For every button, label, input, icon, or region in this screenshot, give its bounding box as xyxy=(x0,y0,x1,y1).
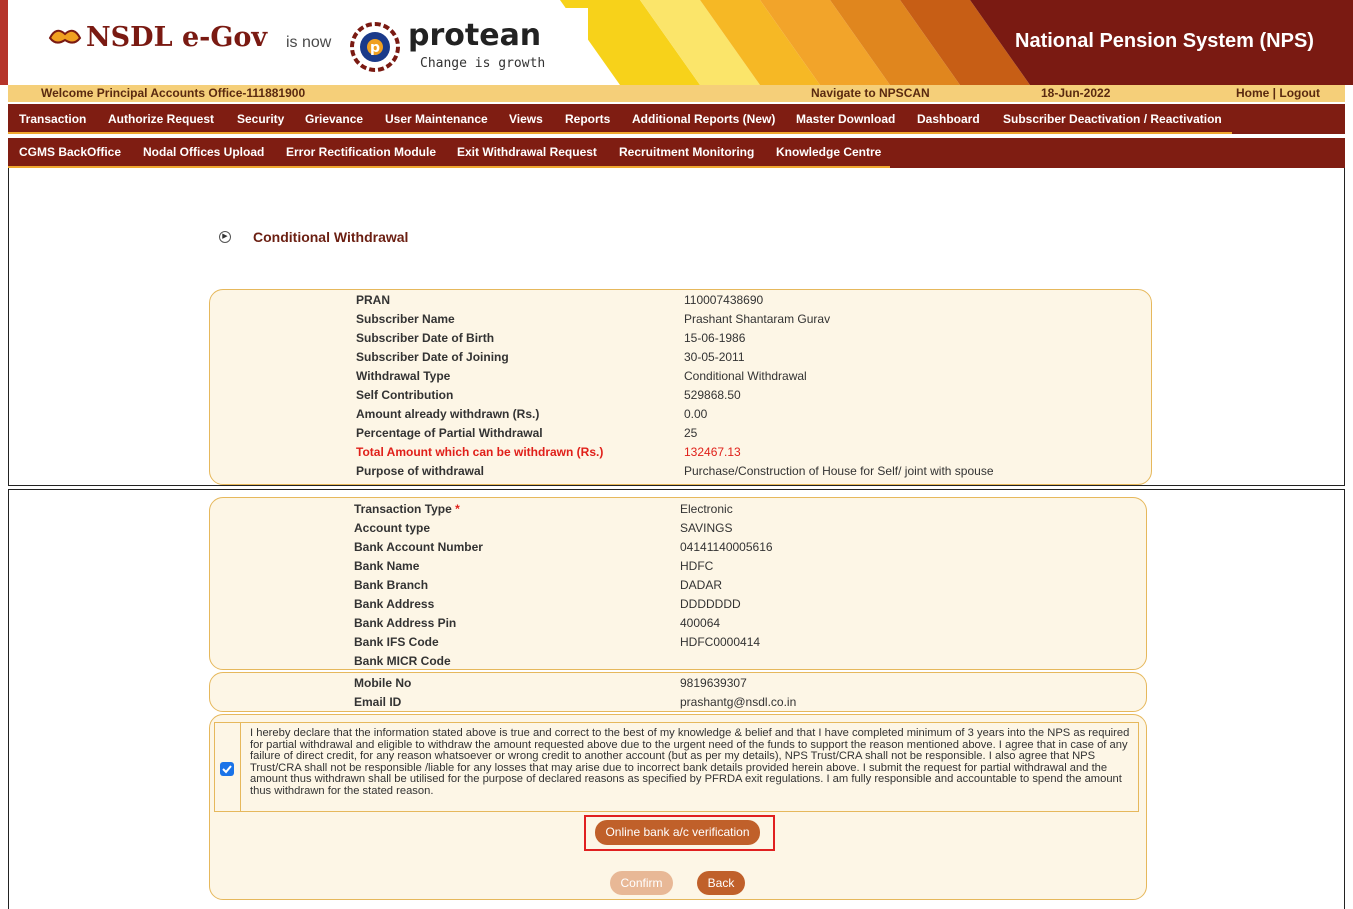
confirm-button[interactable]: Confirm xyxy=(610,871,673,895)
dob-label: Subscriber Date of Birth xyxy=(356,331,495,345)
bank-address-label: Bank Address xyxy=(354,597,435,611)
navigate-npscan-link[interactable]: Navigate to NPSCAN xyxy=(811,86,930,100)
menu-transaction[interactable]: Transaction xyxy=(19,112,86,126)
email-label: Email ID xyxy=(354,695,402,709)
menu-views[interactable]: Views xyxy=(509,112,543,126)
amount-withdrawn-label: Amount already withdrawn (Rs.) xyxy=(356,407,540,421)
menu-reports[interactable]: Reports xyxy=(565,112,610,126)
email-value: prashantg@nsdl.co.in xyxy=(680,695,797,709)
total-amount-label: Total Amount which can be withdrawn (Rs.… xyxy=(356,445,604,459)
doj-value: 30-05-2011 xyxy=(684,350,745,364)
account-type-label: Account type xyxy=(354,521,431,535)
total-amount-value: 132467.13 xyxy=(684,445,741,459)
bank-ifsc-label: Bank IFS Code xyxy=(354,635,439,649)
withdrawal-type-value: Conditional Withdrawal xyxy=(684,369,807,383)
bank-details-panel: Transaction Type * Electronic Account ty… xyxy=(209,497,1147,670)
back-button[interactable]: Back xyxy=(697,871,745,895)
bank-name-value: HDFC xyxy=(680,559,714,573)
self-contribution-label: Self Contribution xyxy=(356,388,454,402)
protean-logo-text: protean xyxy=(408,18,542,53)
partial-percentage-value: 25 xyxy=(684,426,698,440)
menu-authorize-request[interactable]: Authorize Request xyxy=(108,112,214,126)
home-logout-links[interactable]: Home | Logout xyxy=(1236,86,1320,100)
protean-tagline: Change is growth xyxy=(420,56,546,71)
menu-error-rectification[interactable]: Error Rectification Module xyxy=(286,145,436,159)
protean-logo-icon: p xyxy=(350,22,400,72)
bank-micr-label: Bank MICR Code xyxy=(354,654,451,668)
bank-address-value: DDDDDDD xyxy=(680,597,741,611)
required-marker: * xyxy=(455,502,460,516)
bank-address-pin-value: 400064 xyxy=(680,616,721,630)
menu-knowledge-centre[interactable]: Knowledge Centre xyxy=(776,145,881,159)
menu-underline xyxy=(8,132,1232,134)
pran-label: PRAN xyxy=(356,293,391,307)
menu-additional-reports[interactable]: Additional Reports (New) xyxy=(632,112,775,126)
menu-master-download[interactable]: Master Download xyxy=(796,112,895,126)
bank-account-number-label: Bank Account Number xyxy=(354,540,483,554)
page-title: Conditional Withdrawal xyxy=(253,229,409,245)
menu-grievance[interactable]: Grievance xyxy=(305,112,363,126)
menu-dashboard[interactable]: Dashboard xyxy=(917,112,980,126)
subscriber-name-value: Prashant Shantaram Gurav xyxy=(684,312,831,326)
site-header: NSDL e-Gov is now p protean Change is gr… xyxy=(0,0,1353,85)
nsdl-logo-icon xyxy=(48,29,82,44)
purpose-label: Purpose of withdrawal xyxy=(356,464,485,478)
system-title: National Pension System (NPS) xyxy=(1015,30,1314,52)
bank-ifsc-value: HDFC0000414 xyxy=(680,635,761,649)
declaration-checkbox[interactable] xyxy=(220,762,234,776)
transaction-type-value: Electronic xyxy=(680,502,733,516)
transaction-type-label: Transaction Type * xyxy=(354,502,460,516)
online-bank-verification-button[interactable]: Online bank a/c verification xyxy=(595,820,760,845)
mobile-label: Mobile No xyxy=(354,676,412,690)
welcome-text: Welcome Principal Accounts Office-111881… xyxy=(41,86,306,100)
current-date: 18-Jun-2022 xyxy=(1041,86,1111,100)
bullet-icon: ▶ xyxy=(219,231,231,243)
bank-branch-value: DADAR xyxy=(680,578,723,592)
pran-value: 110007438690 xyxy=(684,293,764,307)
mobile-value: 9819639307 xyxy=(680,676,747,690)
self-contribution-value: 529868.50 xyxy=(684,388,741,402)
partial-percentage-label: Percentage of Partial Withdrawal xyxy=(356,426,543,440)
nsdl-logo-text: NSDL e-Gov xyxy=(86,22,268,53)
contact-details-panel: Mobile No 9819639307 Email ID prashantg@… xyxy=(209,672,1147,712)
menu-subscriber-deactivation[interactable]: Subscriber Deactivation / Reactivation xyxy=(1003,112,1222,126)
menu-exit-withdrawal-request[interactable]: Exit Withdrawal Request xyxy=(457,145,597,159)
menu-nodal-offices-upload[interactable]: Nodal Offices Upload xyxy=(143,145,264,159)
doj-label: Subscriber Date of Joining xyxy=(356,350,509,364)
bank-address-pin-label: Bank Address Pin xyxy=(354,616,457,630)
primary-menu: Transaction Authorize Request Security G… xyxy=(8,104,1345,134)
subscriber-details-panel: PRAN 110007438690 Subscriber Name Prasha… xyxy=(209,289,1152,485)
info-row: Welcome Principal Accounts Office-111881… xyxy=(8,85,1345,102)
subscriber-name-label: Subscriber Name xyxy=(356,312,455,326)
declaration-text: I hereby declare that the information st… xyxy=(250,727,1130,797)
withdrawal-type-label: Withdrawal Type xyxy=(356,369,451,383)
svg-text:p: p xyxy=(370,40,380,56)
menu-user-maintenance[interactable]: User Maintenance xyxy=(385,112,488,126)
bank-branch-label: Bank Branch xyxy=(354,578,429,592)
menu-security[interactable]: Security xyxy=(237,112,284,126)
is-now-text: is now xyxy=(286,34,332,51)
bank-account-number-value: 04141140005616 xyxy=(680,540,773,554)
purpose-value: Purchase/Construction of House for Self/… xyxy=(684,464,994,478)
secondary-menu: CGMS BackOffice Nodal Offices Upload Err… xyxy=(8,138,1345,168)
account-type-value: SAVINGS xyxy=(680,521,733,535)
amount-withdrawn-value: 0.00 xyxy=(684,407,708,421)
dob-value: 15-06-1986 xyxy=(684,331,746,345)
menu-recruitment-monitoring[interactable]: Recruitment Monitoring xyxy=(619,145,754,159)
bank-name-label: Bank Name xyxy=(354,559,420,573)
checkmark-icon xyxy=(222,765,232,774)
menu-cgms-backoffice[interactable]: CGMS BackOffice xyxy=(19,145,121,159)
declaration-box: I hereby declare that the information st… xyxy=(240,722,1139,812)
logo-area: NSDL e-Gov is now p protean Change is gr… xyxy=(28,8,588,78)
